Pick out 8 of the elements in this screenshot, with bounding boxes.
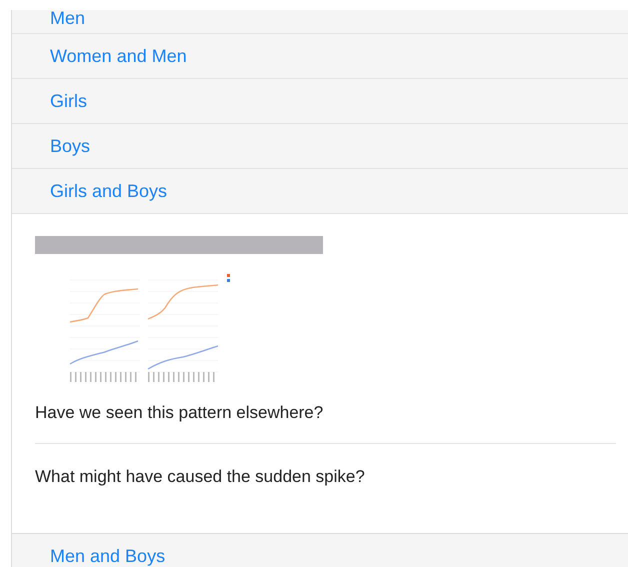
category-link[interactable]: Men <box>50 10 86 32</box>
category-link[interactable]: Boys <box>50 132 90 160</box>
question-text: Have we seen this pattern elsewhere? <box>35 400 616 444</box>
category-link[interactable]: Men and Boys <box>50 542 166 567</box>
category-link[interactable]: Girls and Boys <box>50 178 168 204</box>
category-link[interactable]: Women and Men <box>50 42 187 70</box>
question-text: What might have caused the sudden spike? <box>35 466 366 488</box>
category-link[interactable]: Girls <box>50 88 87 114</box>
